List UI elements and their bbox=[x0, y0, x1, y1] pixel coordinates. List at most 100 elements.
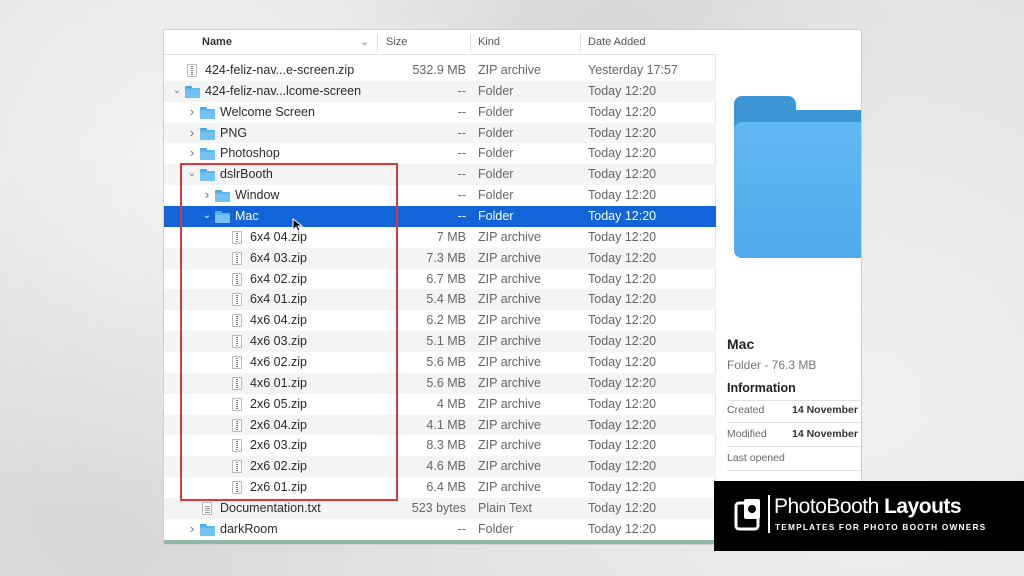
disclosure-closed-icon[interactable]: › bbox=[202, 185, 212, 206]
zip-file-icon bbox=[187, 64, 197, 77]
brand-banner: PhotoBooth Layouts TEMPLATES FOR PHOTO B… bbox=[714, 481, 1024, 551]
item-kind: ZIP archive bbox=[478, 271, 541, 286]
file-row[interactable]: 6x4 04.zip 7 MB ZIP archive Today 12:20 bbox=[164, 227, 716, 248]
folder-row[interactable]: ⌄ 424-feliz-nav...lcome-screen -- Folder Tod… bbox=[164, 80, 716, 102]
item-name: Mac bbox=[235, 209, 259, 224]
column-date-added-header[interactable]: Date Added bbox=[588, 30, 646, 55]
photobooth-logo-icon bbox=[734, 499, 760, 531]
chevron-down-icon[interactable]: ⌄ bbox=[360, 30, 369, 55]
file-row[interactable]: 2x6 02.zip 4.6 MB ZIP archive Today 12:20 bbox=[164, 456, 716, 478]
file-row[interactable]: 2x6 04.zip 4.1 MB ZIP archive Today 12:20 bbox=[164, 414, 716, 436]
item-kind: Folder bbox=[478, 521, 514, 536]
disclosure-open-icon[interactable]: ⌄ bbox=[172, 81, 182, 102]
folder-preview-icon bbox=[734, 96, 861, 258]
item-size: 4.1 MB bbox=[426, 417, 466, 432]
file-row[interactable]: 6x4 03.zip 7.3 MB ZIP archive Today 12:20 bbox=[164, 247, 716, 269]
disclosure-closed-icon[interactable]: › bbox=[187, 143, 197, 164]
file-list-pane: Name ⌄ Size Kind Date Added 424-feliz-na… bbox=[164, 30, 716, 544]
folder-icon bbox=[200, 523, 215, 536]
column-divider[interactable] bbox=[580, 34, 581, 51]
mouse-cursor-icon bbox=[292, 218, 304, 232]
item-size: 7.3 MB bbox=[426, 250, 466, 265]
divider bbox=[727, 422, 861, 423]
folder-row[interactable]: ⌄ dslrBooth -- Folder Today 12:20 bbox=[164, 164, 716, 186]
folder-row[interactable]: › darkRoom -- Folder Today 12:20 bbox=[164, 519, 716, 540]
last-opened-label: Last opened bbox=[727, 452, 785, 464]
folder-icon bbox=[185, 85, 200, 98]
divider bbox=[727, 446, 861, 447]
item-name: 2x6 03.zip bbox=[250, 438, 307, 453]
item-name: darkRoom bbox=[220, 521, 278, 536]
item-name: 424-feliz-nav...e-screen.zip bbox=[205, 63, 355, 77]
file-row[interactable]: 2x6 01.zip 6.4 MB ZIP archive Today 12:20 bbox=[164, 477, 716, 498]
item-size: 523 bytes bbox=[411, 501, 466, 516]
folder-icon bbox=[200, 148, 215, 161]
item-kind: Folder bbox=[478, 83, 514, 98]
item-date-added: Today 12:20 bbox=[588, 355, 657, 370]
created-value: 14 November bbox=[792, 404, 858, 416]
file-row[interactable]: 4x6 04.zip 6.2 MB ZIP archive Today 12:20 bbox=[164, 310, 716, 331]
brand-name-light: PhotoBooth bbox=[774, 495, 885, 518]
file-row[interactable]: 2x6 03.zip 8.3 MB ZIP archive Today 12:20 bbox=[164, 435, 716, 456]
column-name-header[interactable]: Name bbox=[202, 30, 232, 55]
item-name: 4x6 03.zip bbox=[250, 334, 307, 349]
disclosure-closed-icon[interactable]: › bbox=[187, 519, 197, 540]
file-row[interactable]: 2x6 05.zip 4 MB ZIP archive Today 12:20 bbox=[164, 394, 716, 415]
item-name: 2x6 04.zip bbox=[250, 417, 307, 432]
item-size: 4.6 MB bbox=[426, 459, 466, 474]
file-row[interactable]: 4x6 01.zip 5.6 MB ZIP archive Today 12:20 bbox=[164, 372, 716, 394]
disclosure-open-icon[interactable]: ⌄ bbox=[187, 164, 197, 185]
item-kind: ZIP archive bbox=[478, 438, 541, 453]
zip-file-icon bbox=[232, 481, 242, 495]
file-row[interactable]: Documentation.txt 523 bytes Plain Text Toda… bbox=[164, 498, 716, 519]
item-kind: ZIP archive bbox=[478, 396, 541, 411]
item-date-added: Today 12:20 bbox=[588, 209, 657, 224]
file-row[interactable]: 6x4 01.zip 5.4 MB ZIP archive Today 12:20 bbox=[164, 289, 716, 311]
item-size: 4 MB bbox=[436, 396, 466, 411]
item-name: 2x6 02.zip bbox=[250, 459, 307, 474]
zip-file-icon bbox=[232, 356, 242, 370]
column-size-header[interactable]: Size bbox=[386, 30, 407, 55]
desktop-strip bbox=[164, 540, 716, 544]
column-header: Name ⌄ Size Kind Date Added bbox=[164, 30, 716, 55]
item-kind: Folder bbox=[478, 125, 514, 140]
folder-icon bbox=[200, 169, 215, 182]
item-name: 4x6 04.zip bbox=[250, 313, 307, 328]
file-row[interactable]: 424-feliz-nav...e-screen.zip 532.9 MB ZIP … bbox=[164, 60, 716, 81]
item-kind: ZIP archive bbox=[478, 229, 541, 244]
column-divider[interactable] bbox=[377, 34, 378, 51]
column-kind-header[interactable]: Kind bbox=[478, 30, 500, 55]
item-size: -- bbox=[457, 83, 466, 98]
file-row[interactable]: 4x6 03.zip 5.1 MB ZIP archive Today 12:20 bbox=[164, 331, 716, 353]
disclosure-open-icon[interactable]: ⌄ bbox=[202, 206, 212, 227]
item-date-added: Today 12:20 bbox=[588, 250, 657, 265]
item-kind: ZIP archive bbox=[478, 250, 541, 265]
item-name: 2x6 01.zip bbox=[250, 480, 307, 495]
folder-row[interactable]: ⌄ Mac -- Folder Today 12:20 bbox=[164, 206, 716, 227]
file-row[interactable]: 4x6 02.zip 5.6 MB ZIP archive Today 12:20 bbox=[164, 352, 716, 373]
item-name: 6x4 02.zip bbox=[250, 271, 307, 286]
zip-file-icon bbox=[232, 314, 242, 328]
folder-row[interactable]: › Photoshop -- Folder Today 12:20 bbox=[164, 143, 716, 164]
item-date-added: Today 12:20 bbox=[588, 146, 657, 161]
folder-row[interactable]: › PNG -- Folder Today 12:20 bbox=[164, 122, 716, 144]
file-row[interactable]: 6x4 02.zip 6.7 MB ZIP archive Today 12:20 bbox=[164, 269, 716, 290]
item-date-added: Today 12:20 bbox=[588, 334, 657, 349]
item-name: 6x4 01.zip bbox=[250, 292, 307, 307]
item-date-added: Today 12:20 bbox=[588, 167, 657, 182]
disclosure-closed-icon[interactable]: › bbox=[187, 102, 197, 123]
information-heading: Information bbox=[727, 381, 796, 395]
item-name: 6x4 03.zip bbox=[250, 250, 307, 265]
item-name: Documentation.txt bbox=[220, 501, 321, 516]
item-size: 8.3 MB bbox=[426, 438, 466, 453]
column-divider[interactable] bbox=[470, 34, 471, 51]
item-date-added: Today 12:20 bbox=[588, 313, 657, 328]
folder-row[interactable]: › Welcome Screen -- Folder Today 12:20 bbox=[164, 102, 716, 123]
file-list: 424-feliz-nav...e-screen.zip 532.9 MB ZIP … bbox=[164, 60, 716, 540]
disclosure-closed-icon[interactable]: › bbox=[187, 123, 197, 144]
item-name: dslrBooth bbox=[220, 167, 273, 182]
folder-row[interactable]: › Window -- Folder Today 12:20 bbox=[164, 185, 716, 206]
zip-file-icon bbox=[232, 293, 242, 307]
item-name: Window bbox=[235, 188, 280, 203]
item-size: 5.4 MB bbox=[426, 292, 466, 307]
